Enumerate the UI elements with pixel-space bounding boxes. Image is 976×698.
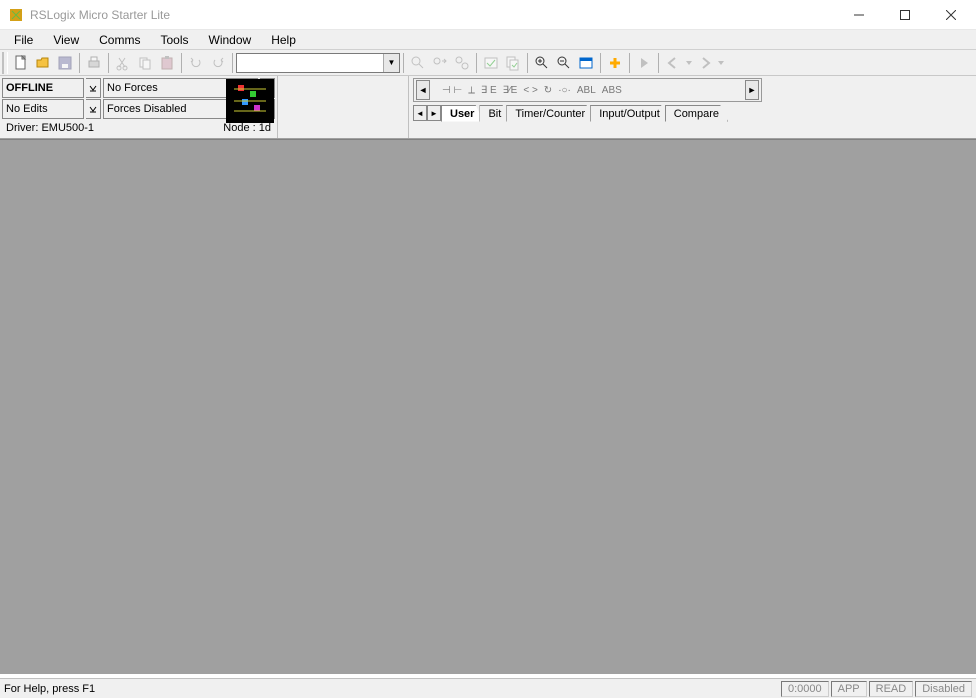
redo-button[interactable] [207, 52, 229, 74]
node-label: Node : 1d [223, 122, 271, 134]
undo-button[interactable] [185, 52, 207, 74]
mode-dropdown[interactable] [86, 78, 101, 98]
app-icon [8, 7, 24, 23]
toolbar: ▼ [0, 50, 976, 76]
forward-button[interactable] [694, 52, 716, 74]
run-button[interactable] [633, 52, 655, 74]
add-button[interactable] [604, 52, 626, 74]
menu-view[interactable]: View [43, 31, 89, 49]
address-dropdown-button[interactable]: ▼ [383, 54, 399, 72]
verify-project-button[interactable] [502, 52, 524, 74]
mode-field: OFFLINE [2, 78, 84, 98]
new-file-button[interactable] [10, 52, 32, 74]
palette-scroll-right[interactable]: ► [745, 80, 759, 100]
instr-otu-icon[interactable]: ·○· [558, 85, 571, 96]
menu-comms[interactable]: Comms [89, 31, 150, 49]
status-sub-bar: OFFLINE No Forces No Edits Forces Disabl… [0, 76, 976, 139]
palette-tab-left[interactable]: ◄ [413, 105, 427, 121]
back-button[interactable] [662, 52, 684, 74]
maximize-button[interactable] [882, 0, 928, 30]
status-bar: For Help, press F1 0:0000 APP READ Disab… [0, 678, 976, 698]
instr-rung-icon[interactable]: ⊣ ⊢ [442, 85, 462, 96]
palette-tab-compare[interactable]: Compare [665, 105, 728, 122]
ladder-preview-icon [226, 79, 274, 123]
find-next-button[interactable] [429, 52, 451, 74]
palette-tab-timer[interactable]: Timer/Counter [506, 105, 594, 122]
status-addr: 0:0000 [781, 681, 829, 697]
forward-menu-button[interactable] [716, 52, 726, 74]
status-block: OFFLINE No Forces No Edits Forces Disabl… [0, 76, 278, 138]
zoom-in-button[interactable] [531, 52, 553, 74]
status-access: READ [869, 681, 914, 697]
instr-abs-icon[interactable]: ABS [602, 85, 622, 96]
status-forces: Disabled [915, 681, 972, 697]
address-combo[interactable]: ▼ [236, 53, 400, 73]
replace-button[interactable] [451, 52, 473, 74]
window-button[interactable] [575, 52, 597, 74]
instr-xic-icon[interactable]: ∃ E [481, 85, 497, 96]
palette-tab-user[interactable]: User [441, 105, 483, 122]
verify-button[interactable] [480, 52, 502, 74]
menu-window[interactable]: Window [199, 31, 262, 49]
instr-branch-icon[interactable]: ⟂ [468, 85, 475, 96]
palette-tab-io[interactable]: Input/Output [590, 105, 669, 122]
window-title: RSLogix Micro Starter Lite [30, 8, 836, 22]
find-button[interactable] [407, 52, 429, 74]
menu-bar: File View Comms Tools Window Help [0, 30, 976, 50]
instr-abl-icon[interactable]: ABL [577, 85, 596, 96]
save-button[interactable] [54, 52, 76, 74]
title-bar: RSLogix Micro Starter Lite [0, 0, 976, 30]
copy-button[interactable] [134, 52, 156, 74]
status-mode: APP [831, 681, 867, 697]
open-button[interactable] [32, 52, 54, 74]
instruction-palette: ◄ ⊣ ⊢ ⟂ ∃ E ∃∕E < > ↻ ·○· ABL ABS ► ◄ ► … [408, 76, 766, 138]
edits-dropdown[interactable] [86, 99, 101, 119]
instr-xio-icon[interactable]: ∃∕E [503, 85, 518, 96]
instruction-icons: ⊣ ⊢ ⟂ ∃ E ∃∕E < > ↻ ·○· ABL ABS [434, 85, 741, 96]
menu-tools[interactable]: Tools [150, 31, 198, 49]
close-button[interactable] [928, 0, 974, 30]
cut-button[interactable] [112, 52, 134, 74]
menu-help[interactable]: Help [261, 31, 306, 49]
instr-ote-icon[interactable]: < > [523, 85, 537, 96]
instr-otl-icon[interactable]: ↻ [544, 85, 552, 96]
minimize-button[interactable] [836, 0, 882, 30]
print-button[interactable] [83, 52, 105, 74]
back-menu-button[interactable] [684, 52, 694, 74]
driver-label: Driver: EMU500-1 [6, 122, 94, 134]
zoom-out-button[interactable] [553, 52, 575, 74]
edits-field: No Edits [2, 99, 84, 119]
palette-tab-bit[interactable]: Bit [479, 105, 510, 122]
palette-scroll-left[interactable]: ◄ [416, 80, 430, 100]
menu-file[interactable]: File [4, 31, 43, 49]
paste-button[interactable] [156, 52, 178, 74]
workspace [0, 139, 976, 674]
address-input[interactable] [237, 54, 383, 72]
status-help: For Help, press F1 [4, 683, 779, 695]
palette-tab-right[interactable]: ► [427, 105, 441, 121]
toolbar-grip[interactable] [2, 52, 8, 74]
